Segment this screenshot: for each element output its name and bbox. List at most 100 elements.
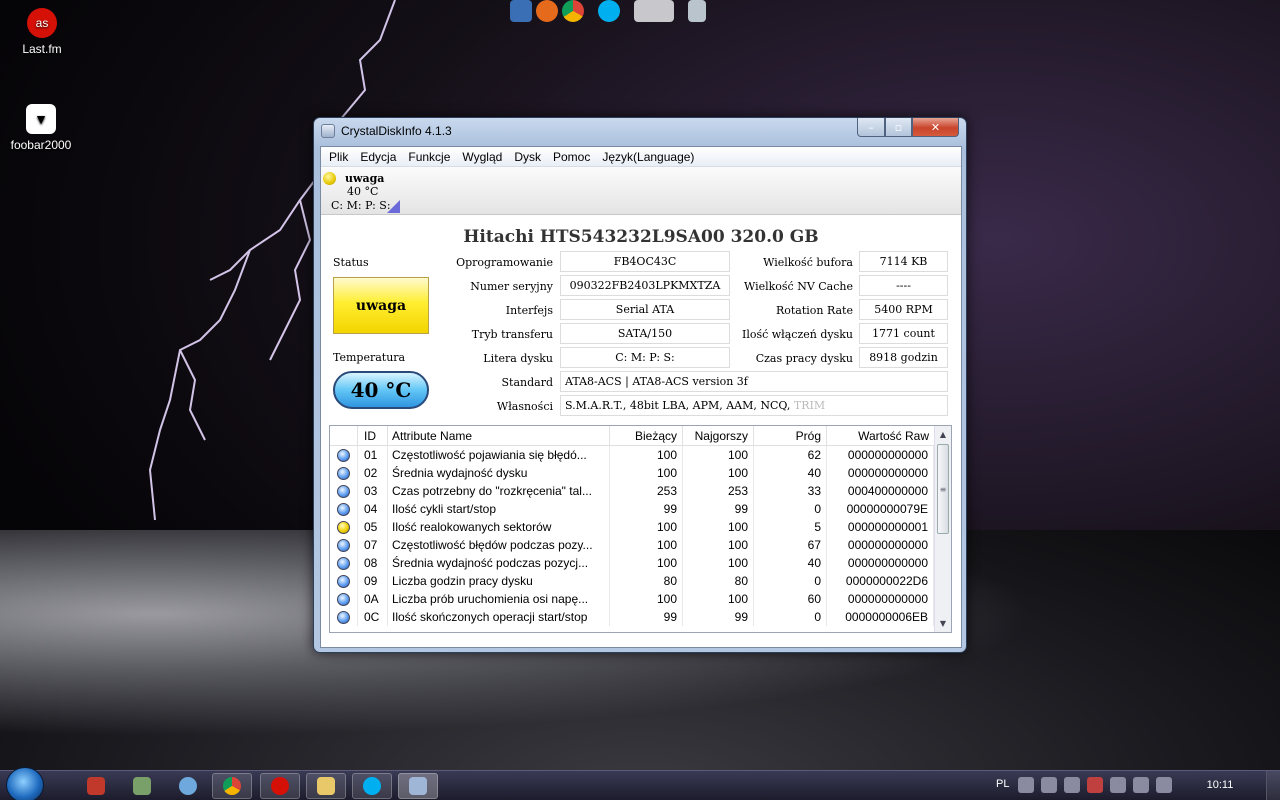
language-indicator[interactable]: PL [996,778,1009,790]
status-cell [330,572,358,590]
crystaldiskinfo-icon [409,777,427,795]
header-id[interactable]: ID [358,426,388,445]
nv-cache-value: ---- [859,275,948,296]
scroll-up-icon[interactable]: ▲ [935,426,951,443]
table-row[interactable]: 01 Częstotliwość pojawiania się błędó... 1… [330,446,951,464]
power-icon[interactable] [1110,777,1126,793]
minimize-button[interactable]: – [857,118,885,137]
table-row[interactable]: 08 Średnia wydajność podczas pozycj... 100… [330,554,951,572]
id-cell: 08 [358,554,388,572]
threshold-cell: 0 [754,572,827,590]
raw-cell: 0000000022D6 [827,572,934,590]
status-dot-icon [337,574,350,588]
threshold-cell: 33 [754,482,827,500]
table-row[interactable]: 07 Częstotliwość błędów podczas pozy... 10… [330,536,951,554]
menu-funkcje[interactable]: Funkcje [402,150,456,164]
table-row[interactable]: 03 Czas potrzebny do "rozkręcenia" tal...… [330,482,951,500]
header-attribute-name[interactable]: Attribute Name [388,426,610,445]
scroll-down-icon[interactable]: ▼ [935,615,951,632]
thunderbird-icon[interactable] [510,0,532,22]
keyboard-icon[interactable] [1018,777,1034,793]
tray-app-icon[interactable] [1041,777,1057,793]
clock[interactable]: 10:11 [1200,779,1240,791]
interface-value: Serial ATA [560,299,730,320]
menu-wyglad[interactable]: Wygląd [456,150,508,164]
menu-edycja[interactable]: Edycja [354,150,402,164]
taskbar-explorer[interactable] [306,773,346,799]
disk-selector[interactable]: uwaga 40 °C C: M: P: S: [321,167,961,215]
header-current[interactable]: Bieżący [610,426,683,445]
menu-pomoc[interactable]: Pomoc [547,150,596,164]
header-raw-value[interactable]: Wartość Raw [827,426,934,445]
current-cell: 100 [610,536,683,554]
table-row[interactable]: 0C Ilość skończonych operacji start/stop 9… [330,608,951,626]
start-button[interactable] [6,767,44,800]
header-worst[interactable]: Najgorszy [683,426,754,445]
worst-cell: 100 [683,518,754,536]
table-header: ID Attribute Name Bieżący Najgorszy Próg… [330,426,951,446]
threshold-cell: 0 [754,500,827,518]
taskbar-itunes[interactable] [168,773,208,799]
scroll-thumb[interactable]: ≡ [937,444,949,534]
network-signal-icon[interactable] [1133,777,1149,793]
taskbar-lastfm[interactable] [260,773,300,799]
buffer-value: 7114 KB [859,251,948,272]
action-center-icon[interactable] [1087,777,1103,793]
tray-settings-icon[interactable] [1064,777,1080,793]
table-row[interactable]: 02 Średnia wydajność dysku 100 100 40 0000000… [330,464,951,482]
threshold-cell: 60 [754,590,827,608]
raw-cell: 000000000000 [827,554,934,572]
maximize-button[interactable]: ▫ [885,118,912,137]
id-cell: 01 [358,446,388,464]
taskbar-thunderbird[interactable] [76,773,116,799]
id-cell: 02 [358,464,388,482]
recycle-bin-icon[interactable] [688,0,706,22]
table-scrollbar[interactable]: ▲ ≡ ▼ [934,426,951,632]
table-row[interactable]: 05 Ilość realokowanych sektorów 100 100 5 000… [330,518,951,536]
menu-plik[interactable]: Plik [323,150,354,164]
raw-cell: 00000000079E [827,500,934,518]
worst-cell: 100 [683,590,754,608]
header-threshold[interactable]: Próg [754,426,827,445]
taskbar-process-explorer[interactable] [122,773,162,799]
name-cell: Ilość skończonych operacji start/stop [388,608,610,626]
thunderbird-icon [87,777,105,795]
health-status-button[interactable]: uwaga [333,277,429,334]
skype-icon[interactable] [598,0,620,22]
taskbar-skype[interactable] [352,773,392,799]
volume-icon[interactable] [1156,777,1172,793]
name-cell: Częstotliwość błędów podczas pozy... [388,536,610,554]
current-cell: 99 [610,500,683,518]
feature-trim: TRIM [793,399,826,412]
disk-letters: C: M: P: S: [331,199,391,212]
worst-cell: 80 [683,572,754,590]
health-caution-icon [323,172,336,185]
table-row[interactable]: 04 Ilość cykli start/stop 99 99 0 00000000079… [330,500,951,518]
power-on-hours-value: 8918 godzin [859,347,948,368]
temperature-button[interactable]: 40 °C [333,371,429,409]
current-cell: 100 [610,554,683,572]
firefox-icon[interactable] [536,0,558,22]
show-desktop-button[interactable] [1266,771,1280,800]
serial-value: 090322FB2403LPKMXTZA [560,275,730,296]
desktop-icon-label: Last.fm [22,42,62,56]
menu-language[interactable]: Język(Language) [596,150,700,164]
desktop-icon-lastfm[interactable]: as Last.fm [7,8,77,56]
desktop-icon-foobar2000[interactable]: ▼ foobar2000 [6,104,76,152]
features-value: S.M.A.R.T., 48bit LBA, APM, AAM, NCQ, [565,399,791,412]
close-button[interactable]: ✕ [912,118,959,137]
raw-cell: 000400000000 [827,482,934,500]
chrome-icon[interactable] [562,0,584,22]
header-status[interactable] [330,426,358,445]
menu-bar: Plik Edycja Funkcje Wygląd Dysk Pomoc Ję… [321,147,961,167]
menu-dysk[interactable]: Dysk [508,150,547,164]
table-row[interactable]: 0A Liczba prób uruchomienia osi napę... 10… [330,590,951,608]
threshold-cell: 40 [754,554,827,572]
process-explorer-icon [133,777,151,795]
taskbar-chrome[interactable] [212,773,252,799]
title-bar[interactable]: CrystalDiskInfo 4.1.3 – ▫ ✕ [314,118,966,144]
table-row[interactable]: 09 Liczba godzin pracy dysku 80 80 0 00000000… [330,572,951,590]
taskbar-crystaldiskinfo[interactable] [398,773,438,799]
drive-icon[interactable] [634,0,674,22]
window-title: CrystalDiskInfo 4.1.3 [341,124,452,138]
